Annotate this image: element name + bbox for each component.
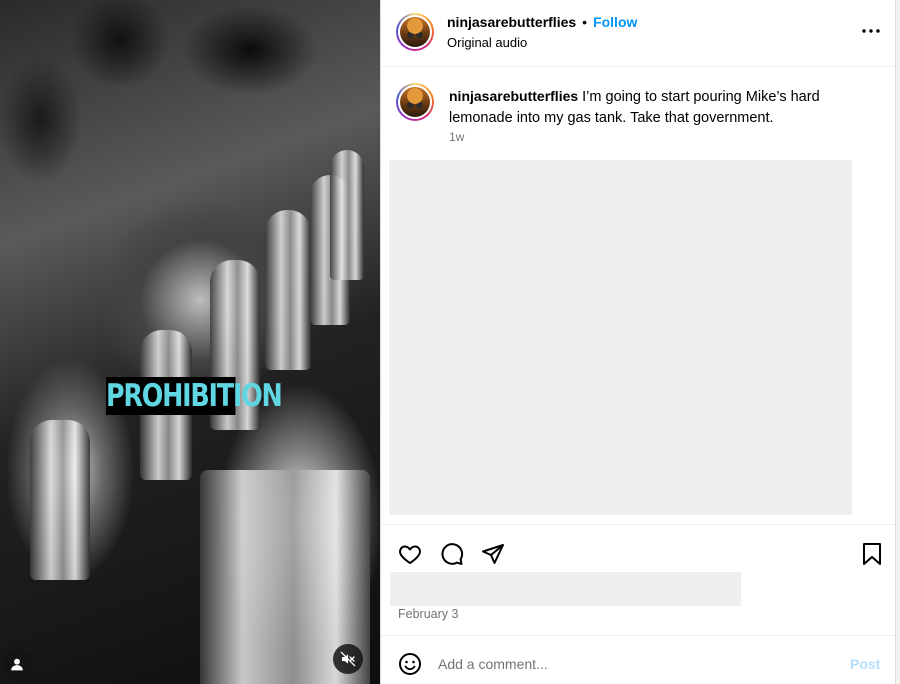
caption-text-block: ninjasarebutterflies I’m going to start p… (449, 86, 869, 129)
post-media[interactable]: PROHIBITION (0, 0, 380, 684)
author-avatar[interactable] (396, 13, 434, 51)
tagged-users-button[interactable] (2, 649, 32, 679)
separator-dot: • (582, 14, 588, 30)
likes-loading-placeholder (390, 572, 741, 606)
heart-icon (399, 545, 421, 564)
emoji-picker-button[interactable] (397, 651, 423, 677)
post-comment-button[interactable]: Post (850, 656, 880, 672)
comment-bubble-icon (441, 543, 464, 565)
person-icon (11, 658, 23, 671)
bookmark-icon (863, 543, 881, 565)
comments-loading-placeholder (389, 160, 852, 515)
post-details-panel: ninjasarebutterflies • Follow Original a… (381, 0, 896, 684)
caption-timestamp[interactable]: 1w (449, 130, 464, 144)
post-header: ninjasarebutterflies • Follow Original a… (381, 0, 896, 67)
mute-toggle-button[interactable] (333, 644, 363, 674)
comment-input[interactable] (438, 653, 828, 675)
speaker-muted-icon (340, 651, 356, 667)
follow-button[interactable]: Follow (593, 14, 637, 30)
more-horizontal-icon (862, 29, 880, 33)
media-tap-shape (330, 150, 364, 280)
send-paper-plane-icon (482, 544, 504, 564)
media-overlay-text: PROHIBITION (106, 378, 283, 414)
caption-username[interactable]: ninjasarebutterflies (449, 88, 578, 104)
header-title-row: ninjasarebutterflies • Follow (447, 14, 637, 30)
smiley-icon (399, 653, 421, 675)
action-bar (381, 524, 896, 579)
add-comment-bar: Post (381, 635, 896, 684)
media-tap-shape (265, 210, 311, 370)
more-options-button[interactable] (859, 22, 883, 40)
save-button[interactable] (859, 541, 885, 567)
original-audio-link[interactable]: Original audio (447, 35, 527, 50)
caption-author-avatar[interactable] (396, 83, 434, 121)
like-button[interactable] (397, 541, 423, 567)
post-date[interactable]: February 3 (398, 607, 458, 621)
media-tap-shape (30, 420, 90, 580)
media-overlay-caption: PROHIBITION (106, 377, 283, 415)
window-right-edge (895, 0, 900, 684)
comment-button[interactable] (439, 541, 465, 567)
author-username[interactable]: ninjasarebutterflies (447, 14, 576, 30)
share-button[interactable] (480, 541, 506, 567)
